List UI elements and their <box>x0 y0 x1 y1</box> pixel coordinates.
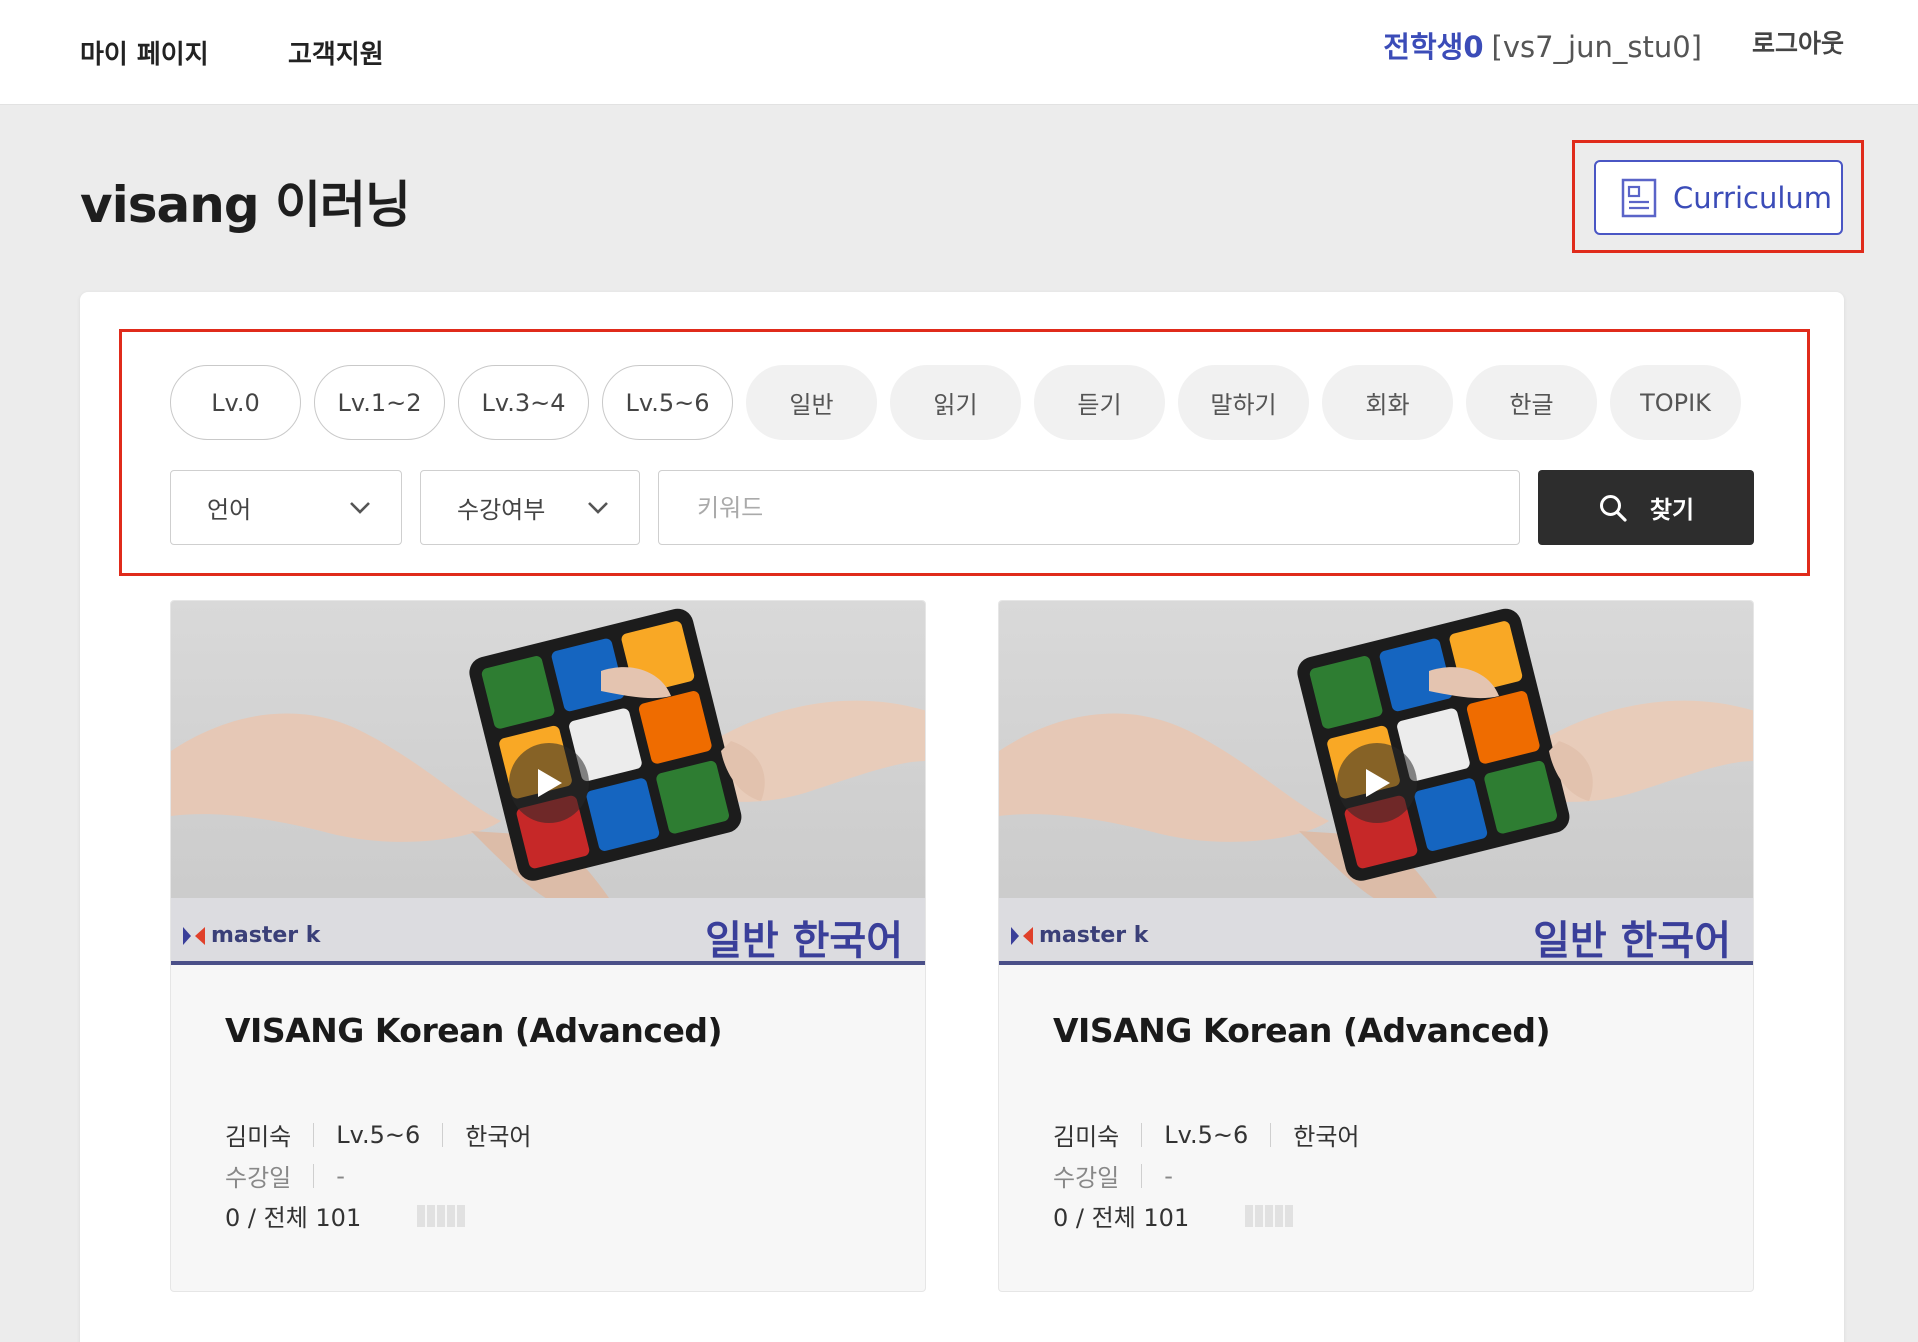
teacher-name: 김미숙 <box>225 1123 292 1151</box>
search-icon <box>1599 494 1627 522</box>
nav-customer-support[interactable]: 고객지원 <box>288 34 384 71</box>
period-value: - <box>1164 1161 1173 1190</box>
keyword-input[interactable] <box>658 470 1520 545</box>
search-button-label: 찾기 <box>1649 496 1695 524</box>
chip-label: Lv.0 <box>211 388 260 417</box>
chip-reading[interactable]: 읽기 <box>890 365 1021 440</box>
divider <box>1270 1122 1272 1147</box>
chip-label: Lv.3~4 <box>481 388 566 417</box>
chip-hangul[interactable]: 한글 <box>1466 365 1597 440</box>
progress-text: 0 / 전체 101 <box>1053 1204 1190 1232</box>
brand-logo: master k <box>1011 923 1148 948</box>
course-level: Lv.5~6 <box>336 1120 421 1149</box>
course-period: 수강일 - <box>1053 1158 1173 1193</box>
status-select-value: 수강여부 <box>457 496 546 524</box>
user-name: 전학생0 <box>1383 30 1484 64</box>
chip-lv3-4[interactable]: Lv.3~4 <box>458 365 589 440</box>
chip-label: 읽기 <box>933 391 978 419</box>
play-button[interactable] <box>509 743 589 823</box>
course-progress: 0 / 전체 101 <box>1053 1198 1294 1233</box>
language-select[interactable]: 언어 <box>170 470 402 545</box>
course-card[interactable]: master k 일반 한국어 VISANG Korean (Advanced)… <box>998 600 1754 1292</box>
page-title: visang 이러닝 <box>80 176 411 234</box>
progress-bar <box>1245 1204 1294 1227</box>
chip-label: 일반 <box>789 391 834 419</box>
top-navigation-bar: 마이 페이지 고객지원 전학생0 [vs7_jun_stu0] 로그아웃 <box>0 0 1918 105</box>
search-button[interactable]: 찾기 <box>1538 470 1754 545</box>
chevron-down-icon <box>350 501 370 514</box>
period-label: 수강일 <box>225 1164 292 1192</box>
period-value: - <box>336 1161 345 1190</box>
language-select-value: 언어 <box>207 496 252 524</box>
brand-name: master k <box>211 923 321 948</box>
user-id: [vs7_jun_stu0] <box>1491 30 1702 64</box>
play-icon <box>538 769 562 797</box>
course-level: Lv.5~6 <box>1164 1120 1249 1149</box>
curriculum-label: Curriculum <box>1673 180 1833 215</box>
chip-conversation[interactable]: 회화 <box>1322 365 1453 440</box>
chip-topik[interactable]: TOPIK <box>1610 365 1741 440</box>
chip-lv1-2[interactable]: Lv.1~2 <box>314 365 445 440</box>
play-button[interactable] <box>1337 743 1417 823</box>
chip-lv0[interactable]: Lv.0 <box>170 365 301 440</box>
progress-text: 0 / 전체 101 <box>225 1204 362 1232</box>
divider <box>313 1122 315 1147</box>
course-language: 한국어 <box>465 1123 532 1151</box>
divider <box>313 1163 315 1188</box>
chip-label: 회화 <box>1365 391 1410 419</box>
course-period: 수강일 - <box>225 1158 345 1193</box>
course-meta: 김미숙 Lv.5~6 한국어 <box>225 1117 532 1152</box>
chip-label: Lv.1~2 <box>337 388 422 417</box>
divider <box>1141 1122 1143 1147</box>
chip-label: 한글 <box>1509 391 1554 419</box>
category-chips: Lv.0 Lv.1~2 Lv.3~4 Lv.5~6 일반 읽기 듣기 말하기 회… <box>170 365 1741 440</box>
teacher-name: 김미숙 <box>1053 1123 1120 1151</box>
chip-label: 듣기 <box>1077 391 1122 419</box>
course-meta: 김미숙 Lv.5~6 한국어 <box>1053 1117 1360 1152</box>
master-k-logo-icon <box>1011 926 1033 945</box>
course-thumbnail: master k 일반 한국어 <box>999 601 1753 965</box>
period-label: 수강일 <box>1053 1164 1120 1192</box>
play-icon <box>1366 769 1390 797</box>
divider <box>1141 1163 1143 1188</box>
chip-speaking[interactable]: 말하기 <box>1178 365 1309 440</box>
chip-lv5-6[interactable]: Lv.5~6 <box>602 365 733 440</box>
enrollment-status-select[interactable]: 수강여부 <box>420 470 640 545</box>
document-icon <box>1621 178 1657 217</box>
chip-label: Lv.5~6 <box>625 388 710 417</box>
course-card[interactable]: master k 일반 한국어 VISANG Korean (Advanced)… <box>170 600 926 1292</box>
chip-listening[interactable]: 듣기 <box>1034 365 1165 440</box>
chip-label: TOPIK <box>1640 388 1711 417</box>
course-title[interactable]: VISANG Korean (Advanced) <box>1053 1011 1551 1050</box>
thumbnail-subject: 일반 한국어 <box>1533 918 1731 964</box>
chevron-down-icon <box>588 501 608 514</box>
chip-general[interactable]: 일반 <box>746 365 877 440</box>
course-thumbnail: master k 일반 한국어 <box>171 601 925 965</box>
course-language: 한국어 <box>1293 1123 1360 1151</box>
divider <box>442 1122 444 1147</box>
brand-logo: master k <box>183 923 320 948</box>
curriculum-button[interactable]: Curriculum <box>1594 160 1843 235</box>
course-progress: 0 / 전체 101 <box>225 1198 466 1233</box>
brand-name: master k <box>1039 923 1149 948</box>
logout-link[interactable]: 로그아웃 <box>1752 24 1844 60</box>
nav-my-page[interactable]: 마이 페이지 <box>80 34 209 71</box>
user-info: 전학생0 [vs7_jun_stu0] <box>1383 24 1702 66</box>
chip-label: 말하기 <box>1210 391 1277 419</box>
thumbnail-subject: 일반 한국어 <box>705 918 903 964</box>
master-k-logo-icon <box>183 926 205 945</box>
course-title[interactable]: VISANG Korean (Advanced) <box>225 1011 723 1050</box>
progress-bar <box>417 1204 466 1227</box>
